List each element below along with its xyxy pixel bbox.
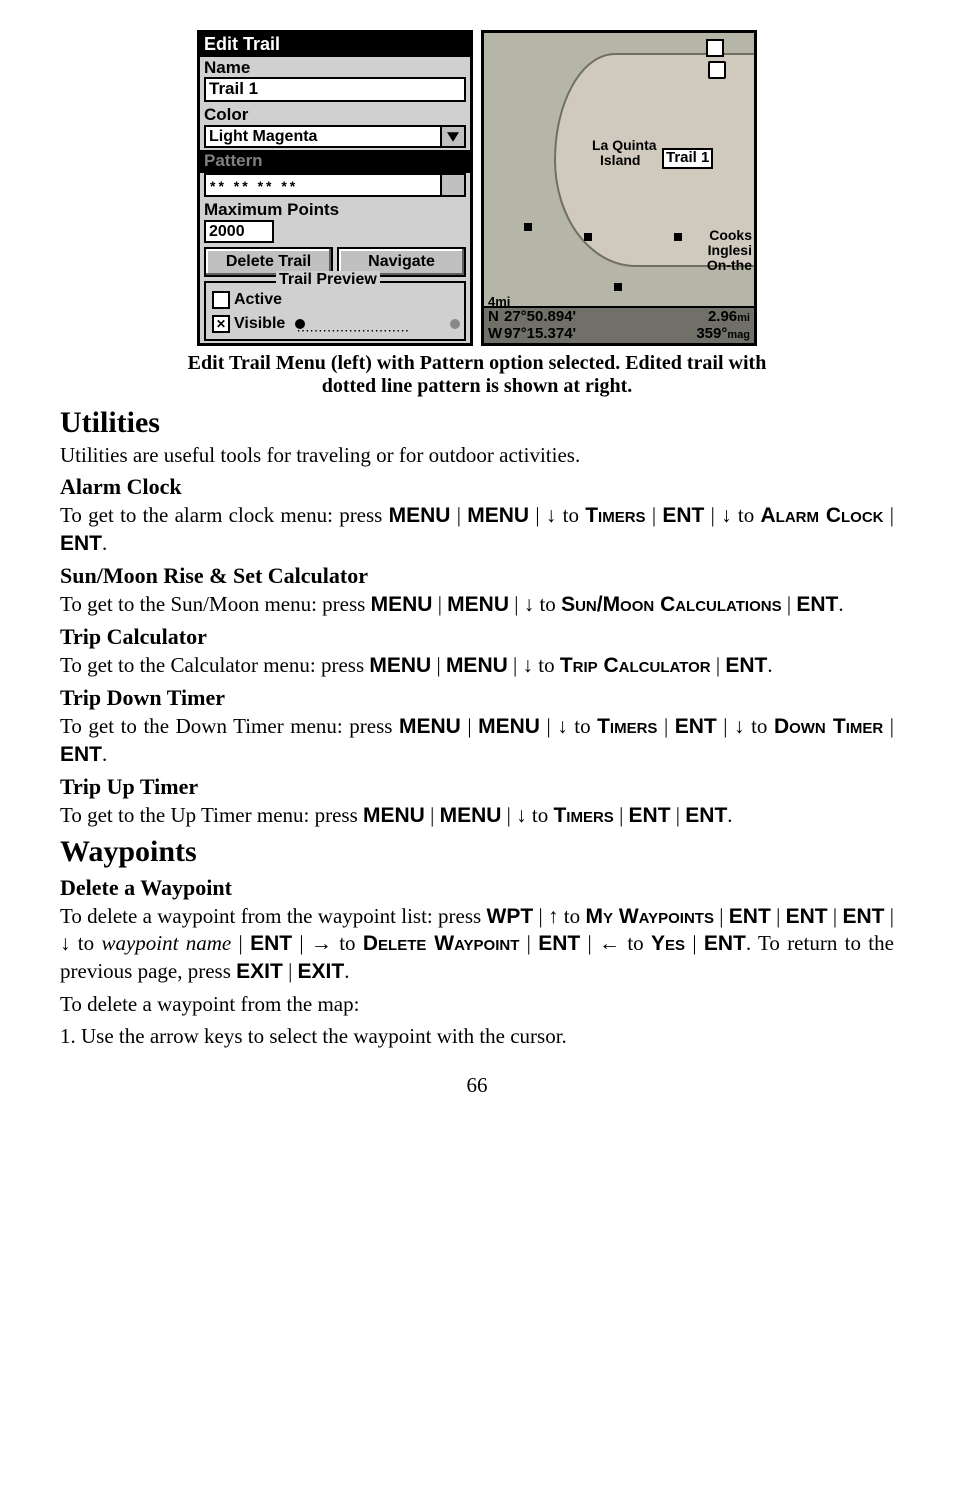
tripup-text: To get to the Up Timer menu: press MENU … (60, 802, 894, 829)
map-dot-icon (584, 233, 592, 241)
delete-from-map-step1: 1. Use the arrow keys to select the wayp… (60, 1023, 894, 1049)
waypoints-heading: Waypoints (60, 835, 894, 869)
map-marker-icon (708, 61, 726, 79)
map-lat: 27°50.894' (504, 309, 696, 326)
chevron-down-icon (447, 132, 459, 142)
color-label: Color (200, 104, 470, 125)
pattern-select[interactable]: ** ** ** ** (204, 173, 442, 197)
map-trail-label: Trail 1 (662, 148, 713, 169)
utilities-heading: Utilities (60, 406, 894, 440)
map-lon: 97°15.374' (504, 326, 696, 343)
active-checkbox[interactable] (212, 291, 230, 309)
tripcalc-heading: Trip Calculator (60, 624, 894, 650)
map-nw-indicator: N W (488, 309, 504, 342)
visible-label: Visible (234, 315, 285, 333)
map-marker-icon (706, 39, 724, 57)
name-label: Name (200, 57, 470, 78)
tripdown-text: To get to the Down Timer menu: press MEN… (60, 713, 894, 768)
visible-checkbox[interactable]: ✕ (212, 315, 230, 333)
edit-trail-screenshot: Edit Trail Name Trail 1 Color Light Mage… (197, 30, 473, 346)
map-dot-icon (524, 223, 532, 231)
utilities-intro: Utilities are useful tools for traveling… (60, 442, 894, 468)
delete-waypoint-heading: Delete a Waypoint (60, 875, 894, 901)
trail-preview-group: Trail Preview Active ✕ Visible ·········… (204, 281, 466, 341)
window-title: Edit Trail (200, 33, 470, 57)
trail-preview-title: Trail Preview (276, 271, 380, 289)
maxpoints-input[interactable]: 2000 (204, 220, 274, 244)
map-island-label: Island (600, 153, 640, 168)
alarm-clock-heading: Alarm Clock (60, 474, 894, 500)
tripup-heading: Trip Up Timer (60, 774, 894, 800)
map-coordinates: 27°50.894' 97°15.374' (504, 309, 696, 342)
maxpoints-label: Maximum Points (200, 199, 470, 220)
map-onthe-label: On-the (707, 258, 752, 273)
map-heading: 359° (696, 325, 727, 342)
color-dropdown-button[interactable] (442, 125, 466, 149)
tripdown-heading: Trip Down Timer (60, 685, 894, 711)
name-input[interactable]: Trail 1 (204, 77, 466, 102)
color-select[interactable]: Light Magenta (204, 125, 442, 149)
pattern-label: Pattern (200, 150, 470, 173)
slider-knob-right-icon (450, 319, 460, 329)
map-distance-unit: mi (737, 312, 750, 324)
figure-caption: Edit Trail Menu (left) with Pattern opti… (80, 352, 874, 398)
active-label: Active (234, 291, 282, 309)
map-statusbar: N W 27°50.894' 97°15.374' 2.96mi 359°mag (484, 306, 754, 343)
delete-waypoint-text: To delete a waypoint from the waypoint l… (60, 903, 894, 985)
map-dot-icon (614, 283, 622, 291)
map-screenshot: La Quinta Island Trail 1 Cooks Inglesi O… (481, 30, 757, 346)
map-heading-unit: mag (727, 329, 750, 341)
tripcalc-text: To get to the Calculator menu: press MEN… (60, 652, 894, 679)
pattern-dropdown-button[interactable] (442, 173, 466, 197)
page: Edit Trail Name Trail 1 Color Light Mage… (0, 0, 954, 1138)
sunmoon-heading: Sun/Moon Rise & Set Calculator (60, 563, 894, 589)
slider-track-icon: ·························· (297, 326, 410, 337)
figure-row: Edit Trail Name Trail 1 Color Light Mage… (60, 30, 894, 346)
alarm-clock-text: To get to the alarm clock menu: press ME… (60, 502, 894, 557)
map-dot-icon (674, 233, 682, 241)
pattern-preview-icon: ** ** ** ** (210, 179, 298, 194)
map-distance: 2.96 (708, 308, 737, 325)
page-number: 66 (60, 1073, 894, 1098)
delete-from-map-intro: To delete a waypoint from the map: (60, 991, 894, 1017)
sunmoon-text: To get to the Sun/Moon menu: press MENU … (60, 591, 894, 618)
preview-slider[interactable]: ·························· (297, 321, 458, 327)
